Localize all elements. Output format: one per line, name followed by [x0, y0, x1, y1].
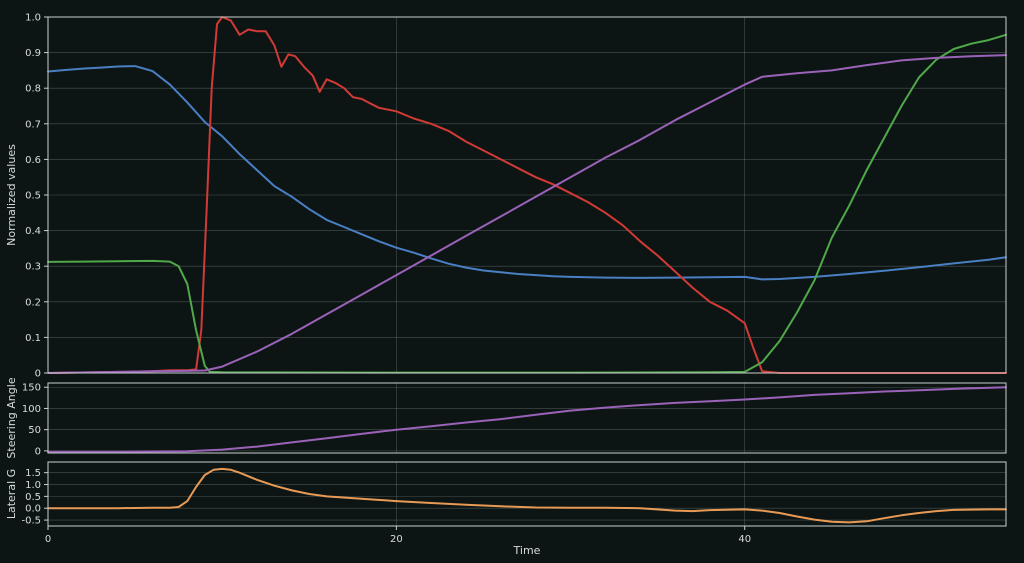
- y-tick-label: 1.0: [25, 480, 41, 491]
- y-tick-label: 0.4: [25, 226, 41, 237]
- y-tick-label: 0.5: [25, 191, 41, 202]
- y-tick-label: 0.6: [25, 155, 41, 166]
- series-line: [47, 467, 1007, 524]
- y-tick-label: 1.0: [25, 13, 41, 24]
- y-axis-title: Normalized values: [5, 144, 18, 246]
- series-line: [47, 386, 1007, 453]
- y-tick-label: 0.7: [25, 119, 41, 130]
- y-tick-label: 0.1: [25, 333, 41, 344]
- x-tick-label: 20: [390, 534, 403, 545]
- y-tick-label: 0.2: [25, 297, 41, 308]
- y-tick-label: 100: [22, 404, 41, 415]
- y-tick-label: 0: [35, 446, 41, 457]
- chart-figure: 0 0.1 0.2 0.3 0.4 0.5 0.6 0.7 0.8 0.9 1.0 Normalize…: [0, 0, 1024, 559]
- series-line: [47, 33, 1007, 374]
- y-tick-label: 0.8: [25, 84, 41, 95]
- y-tick-label: 0.0: [25, 504, 41, 515]
- x-tick-label: 0: [45, 534, 51, 545]
- steering-angle-panel: 0 50 100 150 Steering Angle: [5, 377, 1007, 459]
- x-axis-title: Time: [513, 544, 541, 557]
- y-tick-label: 0.5: [25, 492, 41, 503]
- y-tick-label: 1.5: [25, 468, 41, 479]
- y-tick-label: 150: [22, 383, 41, 394]
- x-axis: 0 20 40 Time: [45, 526, 751, 557]
- lateral-g-panel: -0.50.00.51.01.5 Lateral G: [5, 461, 1007, 527]
- chart-svg: 0 0.1 0.2 0.3 0.4 0.5 0.6 0.7 0.8 0.9 1.0 Normalize…: [5, 13, 1007, 557]
- y-tick-label: 0.3: [25, 262, 41, 273]
- y-tick-label: 0.9: [25, 48, 41, 59]
- y-axis-title: Steering Angle: [5, 377, 18, 458]
- normalized-values-panel: 0 0.1 0.2 0.3 0.4 0.5 0.6 0.7 0.8 0.9 1.0 Normalize…: [5, 13, 1007, 380]
- y-tick-label: -0.5: [21, 516, 41, 527]
- y-axis-title: Lateral G: [5, 469, 18, 519]
- y-tick-label: 50: [28, 425, 41, 436]
- series-line: [47, 54, 1007, 374]
- y-tick-label: 0: [35, 369, 41, 380]
- x-tick-label: 40: [738, 534, 751, 545]
